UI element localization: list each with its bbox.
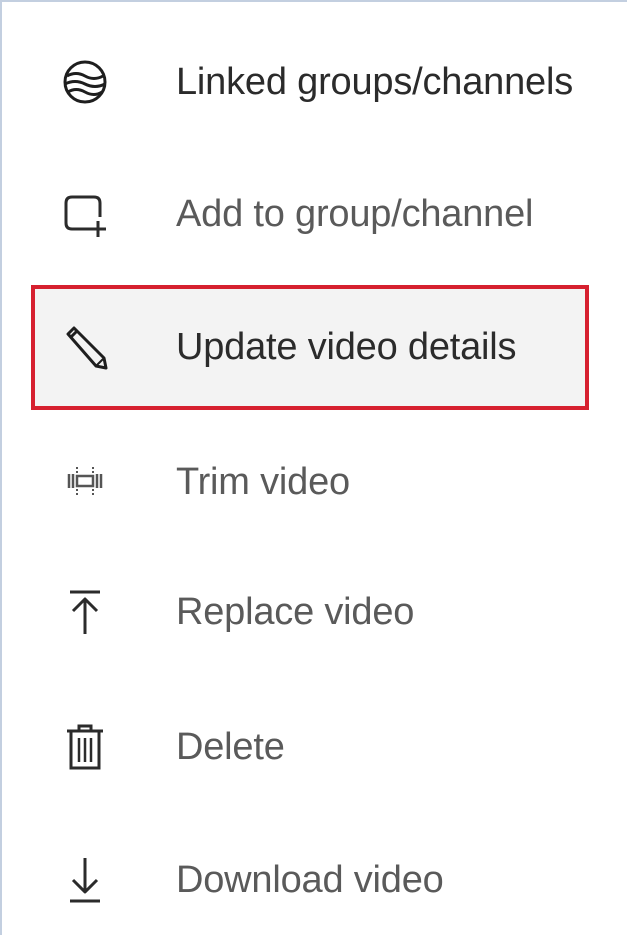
pencil-icon (60, 322, 110, 372)
upload-icon (60, 587, 110, 637)
menu-item-download-video[interactable]: Download video (4, 820, 627, 940)
menu-item-label: Delete (176, 725, 285, 768)
menu-item-label: Replace video (176, 590, 415, 633)
context-menu: Linked groups/channels Add to group/chan… (0, 0, 627, 935)
menu-item-label: Add to group/channel (176, 192, 534, 235)
menu-item-label: Linked groups/channels (176, 60, 573, 103)
menu-item-label: Trim video (176, 460, 350, 503)
menu-item-delete[interactable]: Delete (4, 687, 627, 807)
menu-item-linked-groups[interactable]: Linked groups/channels (4, 22, 627, 142)
menu-item-update-video-details[interactable]: Update video details (4, 287, 627, 407)
menu-item-trim-video[interactable]: Trim video (4, 422, 627, 542)
linked-groups-icon (60, 57, 110, 107)
trim-icon (60, 457, 110, 507)
menu-item-label: Update video details (176, 325, 517, 368)
menu-item-replace-video[interactable]: Replace video (4, 552, 627, 672)
menu-item-label: Download video (176, 858, 444, 901)
download-icon (60, 855, 110, 905)
trash-icon (60, 722, 110, 772)
add-to-group-icon (60, 189, 110, 239)
menu-item-add-to-group[interactable]: Add to group/channel (4, 154, 627, 274)
